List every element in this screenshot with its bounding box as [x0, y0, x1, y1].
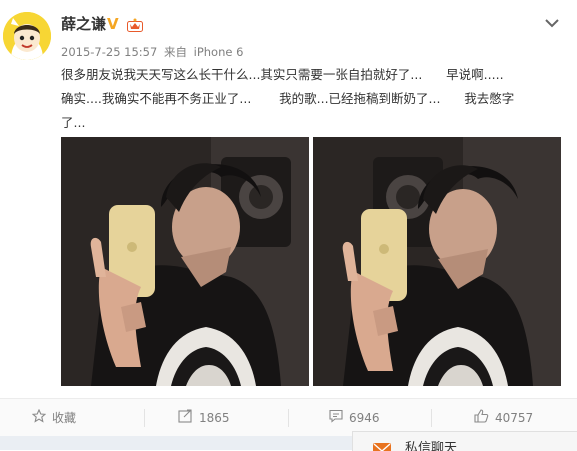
private-message-bar[interactable]: 私信聊天 [352, 431, 577, 451]
post-photo-1[interactable] [61, 137, 309, 386]
weibo-post-card: 薛之谦 V 2015-7-25 15:57 来自 iPhone 6 很多朋友说我… [0, 0, 577, 451]
post-timestamp[interactable]: 2015-7-25 15:57 [61, 45, 157, 59]
repost-button[interactable]: 1865 [178, 399, 230, 437]
post-menu-chevron-down-icon[interactable] [544, 14, 560, 28]
action-divider [431, 409, 432, 427]
user-name[interactable]: 薛之谦 [61, 14, 106, 34]
comment-icon [329, 400, 343, 438]
like-count: 40757 [495, 411, 534, 425]
post-device[interactable]: iPhone 6 [194, 45, 244, 59]
favorite-button[interactable]: 收藏 [31, 399, 77, 438]
post-text: 很多朋友说我天天写这么长干什么...其实只需要一张自拍就好了... 早说啊...… [61, 67, 544, 130]
post-photo-2[interactable] [313, 137, 561, 386]
repost-icon [178, 400, 193, 438]
member-crown-icon[interactable] [127, 17, 143, 32]
verified-v-icon[interactable]: V [107, 16, 123, 32]
post-source-prefix: 来自 [163, 45, 187, 59]
avatar-cartoon-icon [3, 12, 51, 60]
selfie-photo-image [61, 137, 309, 386]
comment-count: 6946 [349, 411, 380, 425]
action-divider [144, 409, 145, 427]
private-message-label: 私信聊天 [405, 441, 458, 451]
user-avatar[interactable] [3, 12, 51, 60]
selfie-photo-image [313, 137, 561, 386]
post-meta: 2015-7-25 15:57 来自 iPhone 6 [61, 44, 246, 60]
action-divider [288, 409, 289, 427]
favorite-label: 收藏 [52, 411, 77, 425]
repost-count: 1865 [199, 411, 230, 425]
star-icon [31, 400, 47, 438]
